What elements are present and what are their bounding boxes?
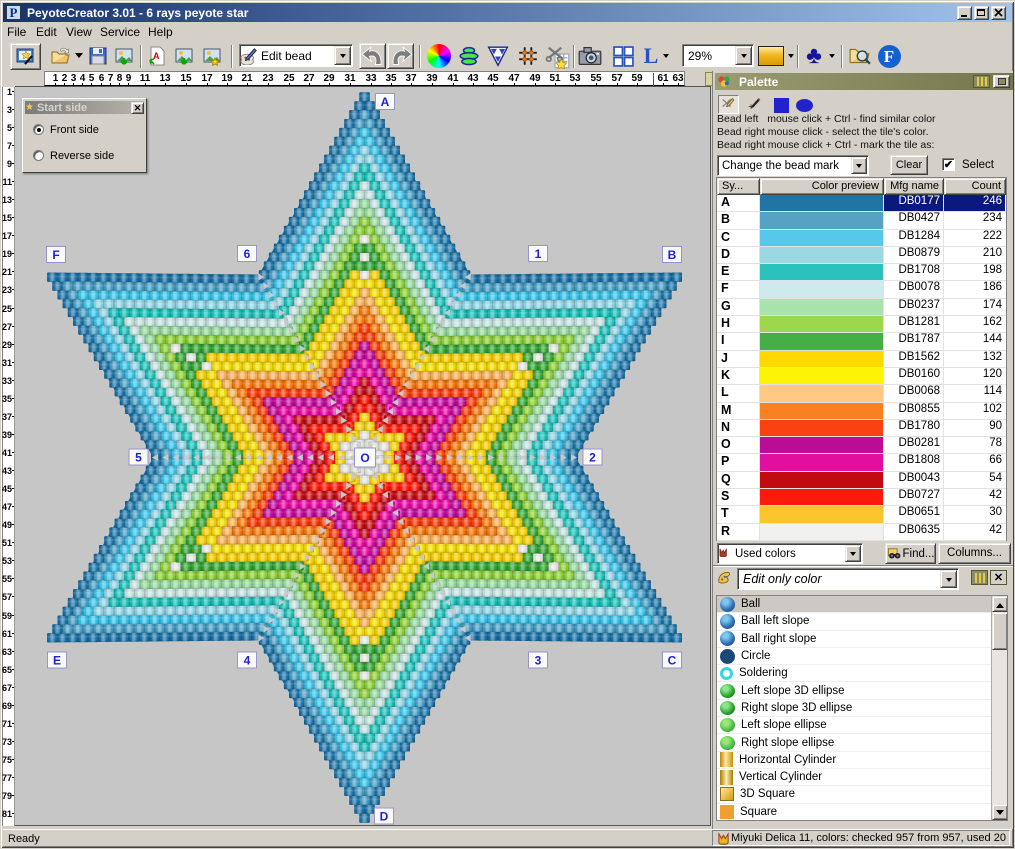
svg-text:A: A	[381, 95, 390, 109]
svg-text:C: C	[668, 654, 677, 668]
svg-text:3: 3	[535, 654, 542, 668]
svg-text:6: 6	[244, 247, 251, 261]
svg-text:B: B	[668, 248, 677, 262]
svg-text:2: 2	[589, 451, 596, 465]
svg-text:D: D	[380, 810, 389, 824]
svg-text:5: 5	[135, 451, 142, 465]
svg-text:F: F	[52, 248, 59, 262]
svg-text:1: 1	[535, 247, 542, 261]
svg-text:E: E	[53, 654, 61, 668]
svg-text:O: O	[360, 451, 369, 465]
svg-text:4: 4	[244, 654, 251, 668]
